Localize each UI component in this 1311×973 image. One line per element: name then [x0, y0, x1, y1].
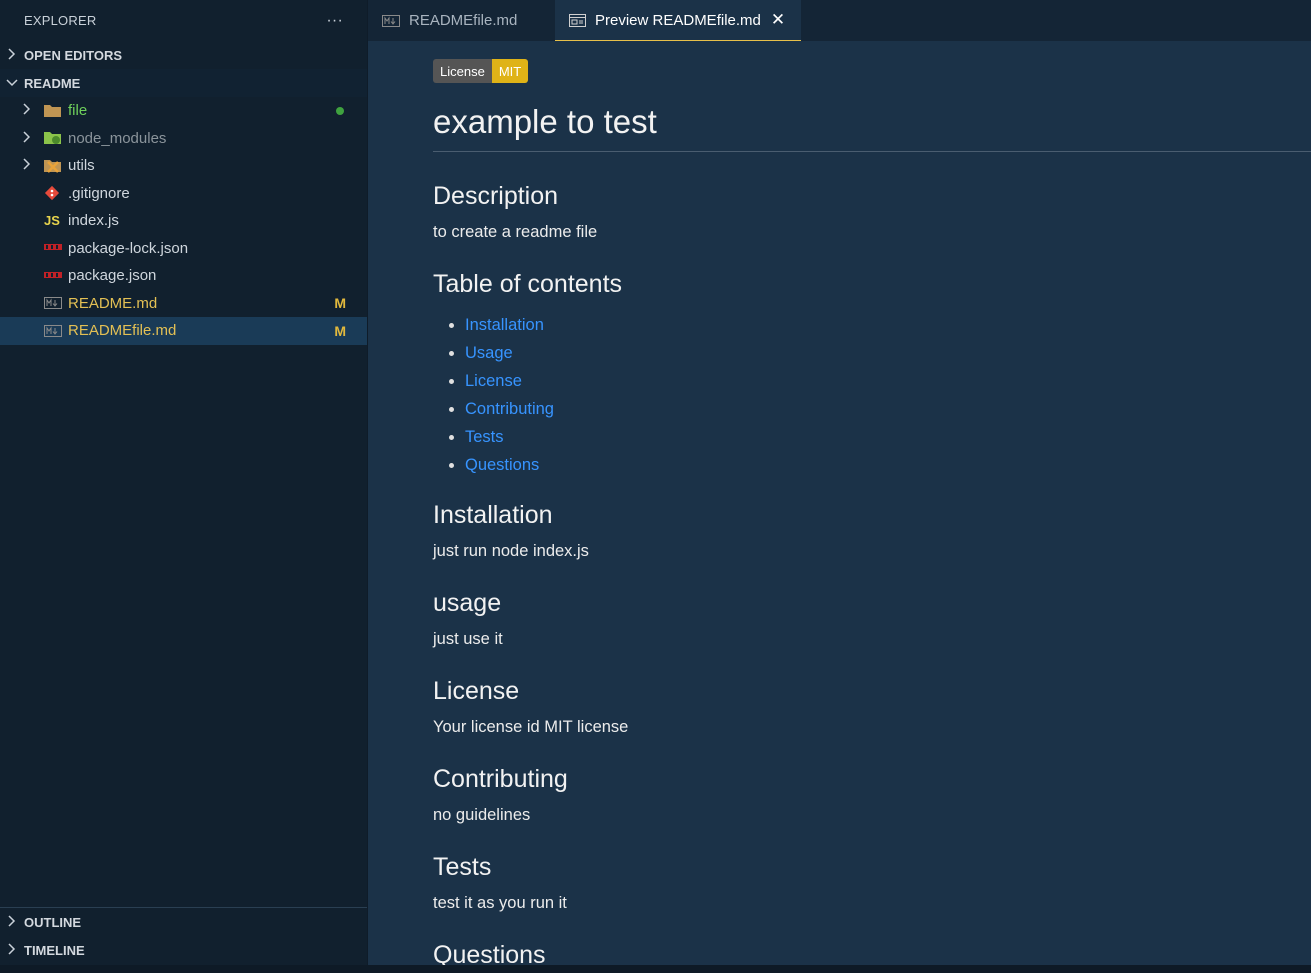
installation-text: just run node index.js: [433, 542, 589, 560]
tab-label: READMEfile.md: [409, 12, 518, 29]
tree-item-readme-md[interactable]: README.md M: [0, 290, 367, 318]
toc-link-license[interactable]: License: [465, 372, 522, 390]
tab-label: Preview READMEfile.md: [595, 11, 761, 29]
markdown-content: License MIT example to test Description …: [433, 59, 1311, 965]
tree-item-gitignore[interactable]: .gitignore: [0, 180, 367, 208]
tree-item-label: READMEfile.md: [68, 322, 177, 340]
untracked-indicator: [336, 106, 344, 115]
status-bar: [0, 965, 1311, 973]
toc-item: Questions: [465, 451, 1311, 479]
tree-item-label: package.json: [68, 267, 157, 285]
tests-text: test it as you run it: [433, 894, 567, 912]
git-icon: [44, 185, 68, 201]
file-tree: file node_modules utils .gitignore JS in…: [0, 97, 367, 345]
toc-link-contributing[interactable]: Contributing: [465, 400, 554, 418]
usage-text: just use it: [433, 630, 503, 648]
tree-item-label: utils: [68, 157, 95, 175]
tree-item-package-lock[interactable]: package-lock.json: [0, 235, 367, 263]
section-label: TIMELINE: [24, 942, 85, 958]
chevron-right-icon: [6, 942, 24, 958]
toc-link-tests[interactable]: Tests: [465, 428, 504, 446]
editor-tabs: READMEfile.md Preview READMEfile.md ✕: [368, 0, 1311, 41]
chevron-right-icon: [22, 131, 44, 146]
section-outline[interactable]: OUTLINE: [0, 908, 367, 936]
folder-icon: [44, 104, 68, 118]
toc-link-questions[interactable]: Questions: [465, 456, 539, 474]
markdown-icon: [44, 297, 68, 310]
heading-tests: Tests: [433, 853, 492, 881]
license-badge[interactable]: License MIT: [433, 59, 529, 83]
section-timeline[interactable]: TIMELINE: [0, 936, 367, 964]
tree-item-readmefile-md[interactable]: READMEfile.md M: [0, 317, 367, 345]
chevron-right-icon: [22, 158, 44, 173]
utils-folder-icon: [44, 158, 68, 174]
contributing-text: no guidelines: [433, 806, 531, 824]
explorer-title: EXPLORER: [24, 13, 97, 28]
preview-icon: [569, 13, 586, 27]
tree-item-file[interactable]: file: [0, 97, 367, 125]
chevron-right-icon: [6, 47, 24, 63]
toc-link-usage[interactable]: Usage: [465, 344, 513, 362]
toc-list: Installation Usage License Contributing …: [433, 311, 1311, 479]
markdown-preview: License MIT example to test Description …: [368, 41, 1311, 965]
markdown-icon: [382, 14, 400, 27]
heading-license: License: [433, 677, 520, 705]
tree-item-index-js[interactable]: JS index.js: [0, 207, 367, 235]
toc-link-installation[interactable]: Installation: [465, 316, 544, 334]
chevron-down-icon: [6, 76, 24, 90]
tree-item-label: index.js: [68, 212, 119, 230]
tree-item-label: file: [68, 102, 88, 120]
toc-item: Usage: [465, 339, 1311, 367]
tab-preview-readmefile[interactable]: Preview READMEfile.md ✕: [555, 0, 801, 41]
explorer-sidebar: EXPLORER ··· OPEN EDITORS README file no…: [0, 0, 368, 965]
heading-questions: Questions: [433, 941, 546, 965]
chevron-right-icon: [22, 103, 44, 118]
more-actions-icon[interactable]: ···: [326, 12, 343, 30]
modified-badge: M: [334, 295, 346, 312]
chevron-right-icon: [6, 914, 24, 930]
markdown-icon: [44, 324, 68, 337]
npm-icon: [44, 244, 68, 252]
toc-item: Tests: [465, 423, 1311, 451]
modified-badge: M: [334, 322, 346, 339]
npm-icon: [44, 271, 68, 280]
close-icon[interactable]: ✕: [771, 10, 785, 30]
tree-item-label: node_modules: [68, 129, 167, 147]
section-label: README: [24, 75, 81, 91]
toc-item: Contributing: [465, 395, 1311, 423]
tree-item-label: README.md: [68, 294, 158, 312]
heading-installation: Installation: [433, 501, 553, 529]
node-folder-icon: [44, 131, 68, 145]
tree-item-node-modules[interactable]: node_modules: [0, 125, 367, 153]
section-label: OUTLINE: [24, 914, 82, 930]
toc-item: License: [465, 367, 1311, 395]
js-icon: JS: [44, 213, 60, 229]
section-readme[interactable]: README: [0, 69, 367, 97]
explorer-header: EXPLORER ···: [0, 0, 367, 41]
tree-item-utils[interactable]: utils: [0, 152, 367, 180]
description-text: to create a readme file: [433, 223, 598, 241]
toc-item: Installation: [465, 311, 1311, 339]
page-title: example to test: [433, 103, 1311, 152]
heading-usage: usage: [433, 589, 502, 617]
heading-description: Description: [433, 182, 559, 210]
tree-item-label: package-lock.json: [68, 239, 189, 257]
license-badge-right: MIT: [491, 59, 529, 83]
section-open-editors[interactable]: OPEN EDITORS: [0, 41, 367, 69]
tree-item-package-json[interactable]: package.json: [0, 262, 367, 290]
license-badge-left: License: [433, 59, 492, 83]
bottom-sections: OUTLINE TIMELINE: [0, 907, 367, 964]
tree-item-label: .gitignore: [68, 184, 130, 202]
heading-contributing: Contributing: [433, 765, 568, 793]
tab-readmefile-md[interactable]: READMEfile.md: [368, 0, 555, 41]
section-label: OPEN EDITORS: [24, 47, 123, 63]
license-text: Your license id MIT license: [433, 718, 629, 736]
heading-table-of-contents: Table of contents: [433, 270, 623, 298]
